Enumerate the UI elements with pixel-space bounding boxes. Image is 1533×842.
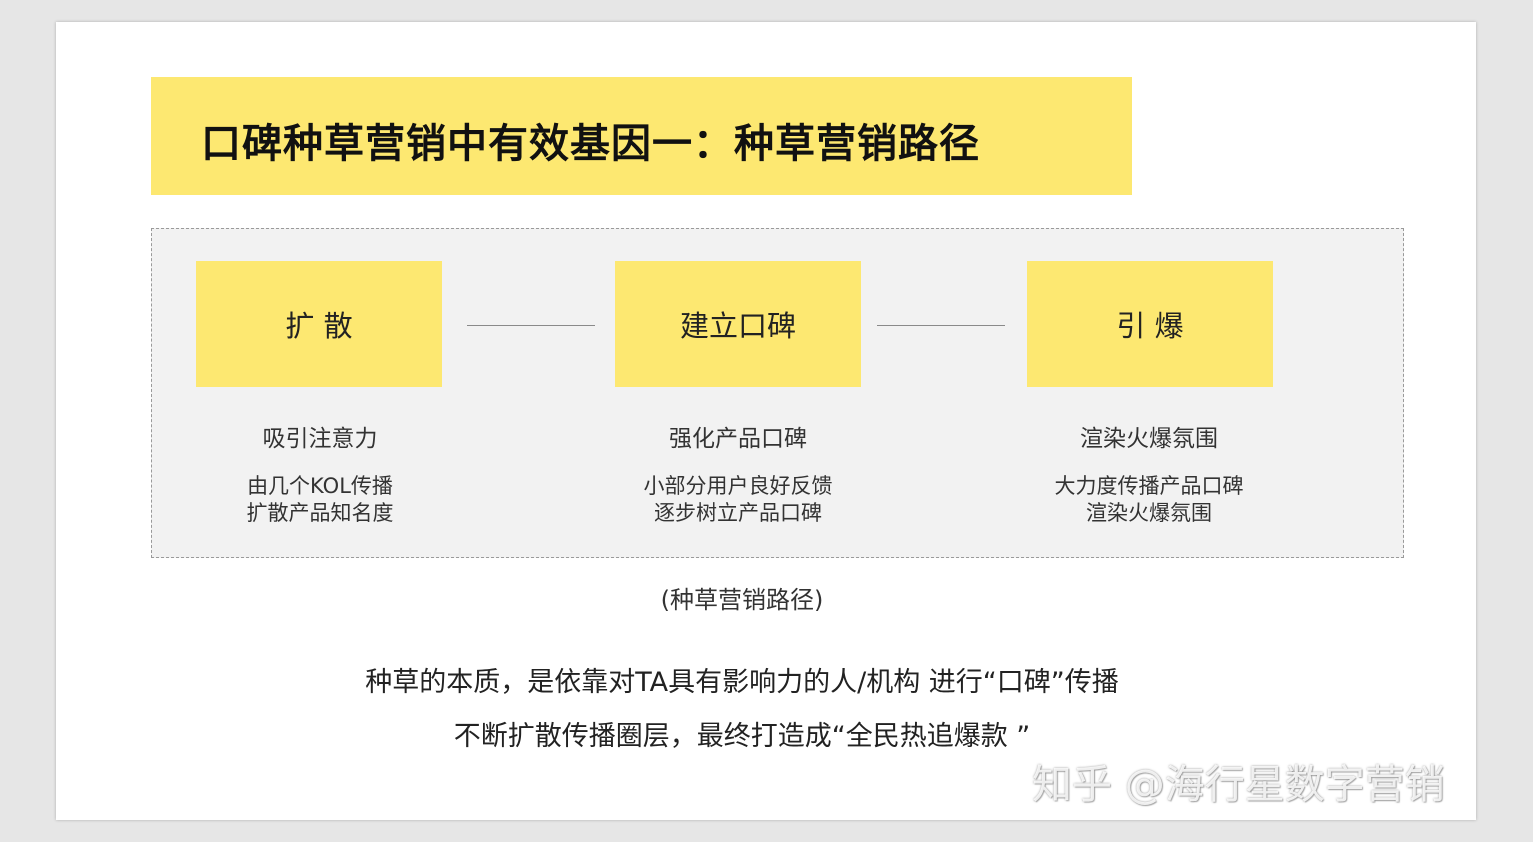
stage-label: 建立口碑 bbox=[679, 309, 796, 343]
stage-detail-line: 渲染火爆氛围 bbox=[1086, 501, 1212, 525]
stage-box-reputation: 建立口碑 bbox=[615, 261, 861, 387]
summary-line: 种草的本质，是依靠对TA具有影响力的人/机构 进行“口碑”传播 bbox=[365, 667, 1119, 698]
stage-label: 引 爆 bbox=[1116, 309, 1184, 343]
stage-detail: 由几个KOL传播 扩散产品知名度 bbox=[170, 473, 470, 527]
stage-detail-line: 由几个KOL传播 bbox=[247, 474, 393, 498]
stage-headline: 强化产品口碑 bbox=[669, 426, 807, 452]
diagram-caption: (种草营销路径) bbox=[660, 586, 824, 614]
stage-box-explode: 引 爆 bbox=[1027, 261, 1273, 387]
stage-headline: 渲染火爆氛围 bbox=[1080, 426, 1218, 452]
stage-detail: 大力度传播产品口碑 渲染火爆氛围 bbox=[999, 473, 1299, 527]
marketing-path-diagram: 扩 散 建立口碑 引 爆 吸引注意力 由几个KOL传播 扩散产品知名度 强化产品… bbox=[151, 228, 1404, 558]
stage-detail-line: 扩散产品知名度 bbox=[246, 501, 394, 525]
stage-detail-line: 逐步树立产品口碑 bbox=[654, 501, 822, 525]
stage-detail-line: 大力度传播产品口碑 bbox=[1054, 474, 1244, 498]
stage-label: 扩 散 bbox=[285, 309, 353, 343]
connector-line bbox=[467, 325, 595, 326]
page-title: 口碑种草营销中有效基因一：种草营销路径 bbox=[201, 121, 980, 167]
stage-headline: 吸引注意力 bbox=[262, 426, 378, 452]
stage-detail-line: 小部分用户良好反馈 bbox=[643, 474, 833, 498]
stage-box-spread: 扩 散 bbox=[196, 261, 442, 387]
summary-line: 不断扩散传播圈层，最终打造成“全民热追爆款 ” bbox=[453, 721, 1031, 752]
slide: 口碑种草营销中有效基因一：种草营销路径 扩 散 建立口碑 引 爆 吸引注意力 由… bbox=[56, 22, 1476, 820]
connector-line bbox=[877, 325, 1005, 326]
stage-detail: 小部分用户良好反馈 逐步树立产品口碑 bbox=[588, 473, 888, 527]
title-banner: 口碑种草营销中有效基因一：种草营销路径 bbox=[151, 77, 1132, 195]
watermark: 知乎 @海行星数字营销 bbox=[1032, 762, 1445, 808]
